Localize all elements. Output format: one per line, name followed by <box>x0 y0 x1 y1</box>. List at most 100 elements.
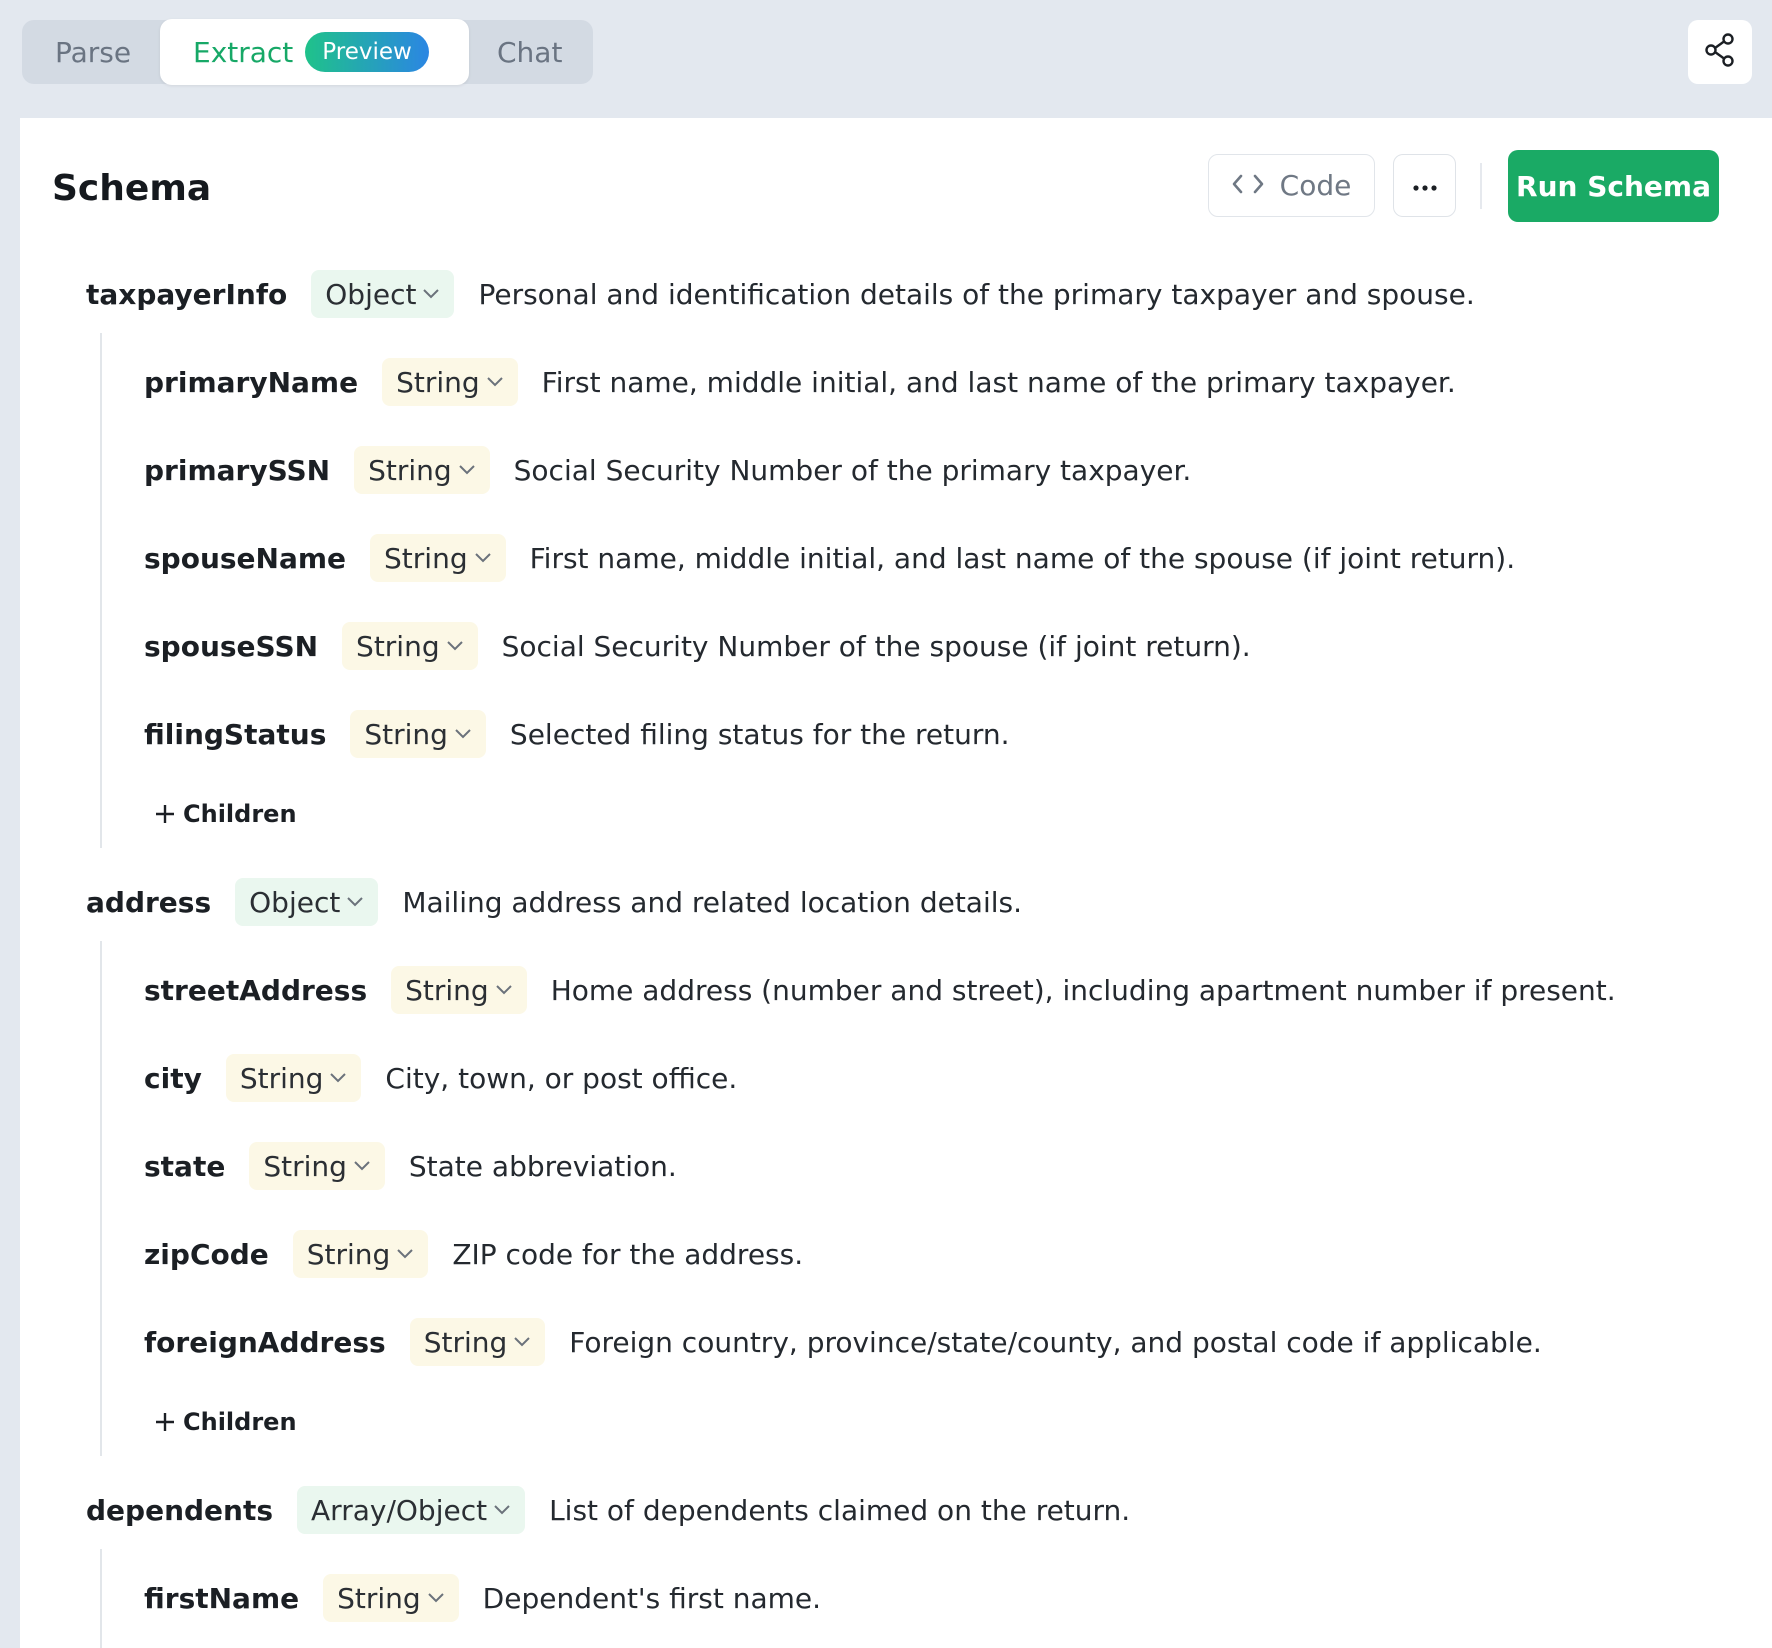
type-dropdown[interactable]: String <box>409 1318 546 1366</box>
field-description[interactable]: Selected filing status for the return. <box>510 718 1010 751</box>
more-icon <box>1412 176 1437 195</box>
field-name[interactable]: state <box>144 1150 225 1183</box>
type-label: String <box>263 1149 347 1183</box>
field-description[interactable]: Personal and identification details of t… <box>478 278 1474 311</box>
chevron-down-icon <box>474 553 491 563</box>
tab-parse[interactable]: Parse <box>55 20 131 84</box>
add-children-button[interactable]: Children <box>155 794 297 834</box>
chevron-down-icon <box>455 729 471 739</box>
chevron-down-icon <box>347 897 364 907</box>
field-description[interactable]: First name, middle initial, and last nam… <box>542 366 1456 399</box>
field-name[interactable]: primarySSN <box>144 454 330 487</box>
field-name[interactable]: firstName <box>144 1582 299 1615</box>
field-name[interactable]: spouseName <box>144 542 346 575</box>
schema-field-row: zipCode String ZIP code for the address. <box>144 1229 803 1279</box>
field-name[interactable]: streetAddress <box>144 974 367 1007</box>
field-description[interactable]: Social Security Number of the spouse (if… <box>502 630 1251 663</box>
field-description[interactable]: State abbreviation. <box>409 1150 677 1183</box>
type-dropdown[interactable]: Array/Object <box>297 1486 526 1534</box>
schema-field-row: state String State abbreviation. <box>144 1141 677 1191</box>
nesting-guide <box>100 1549 102 1648</box>
add-children-button[interactable]: Children <box>155 1402 297 1442</box>
tab-extract[interactable]: Extract Preview <box>160 19 469 85</box>
toolbar-divider <box>1480 163 1482 209</box>
chevron-down-icon <box>495 985 512 995</box>
type-dropdown[interactable]: String <box>342 622 478 670</box>
type-dropdown[interactable]: String <box>370 534 506 582</box>
preview-badge: Preview <box>305 32 429 72</box>
nesting-guide <box>100 333 102 848</box>
type-dropdown[interactable]: String <box>249 1142 385 1190</box>
field-name[interactable]: filingStatus <box>144 718 326 751</box>
plus-icon <box>156 805 174 823</box>
schema-field-row: firstName String Dependent's first name. <box>144 1573 821 1623</box>
field-description[interactable]: Dependent's first name. <box>483 1582 821 1615</box>
tab-extract-label: Extract <box>193 35 294 69</box>
type-dropdown[interactable]: String <box>292 1230 429 1278</box>
schema-field-row: filingStatus String Selected filing stat… <box>144 709 1010 759</box>
type-dropdown[interactable]: String <box>225 1054 362 1102</box>
type-dropdown[interactable]: String <box>354 446 490 494</box>
run-schema-button[interactable]: Run Schema <box>1508 150 1719 222</box>
top-bar: Parse Extract Preview Chat <box>0 0 1772 118</box>
schema-field-row: foreignAddress String Foreign country, p… <box>144 1317 1542 1367</box>
type-dropdown[interactable]: String <box>323 1574 459 1622</box>
page-title: Schema <box>52 168 212 209</box>
type-dropdown[interactable]: Object <box>235 878 379 926</box>
code-button[interactable]: Code <box>1208 154 1375 217</box>
schema-field-row: streetAddress String Home address (numbe… <box>144 965 1616 1015</box>
more-button[interactable] <box>1393 154 1456 217</box>
field-name[interactable]: zipCode <box>144 1238 269 1271</box>
type-label: Object <box>249 885 341 919</box>
chevron-down-icon <box>427 1593 444 1603</box>
chevron-down-icon <box>514 1337 530 1347</box>
field-name[interactable]: city <box>144 1062 202 1095</box>
field-name[interactable]: foreignAddress <box>144 1326 386 1359</box>
type-label: String <box>356 629 440 663</box>
field-description[interactable]: Social Security Number of the primary ta… <box>514 454 1192 487</box>
field-name[interactable]: primaryName <box>144 366 358 399</box>
field-name[interactable]: taxpayerInfo <box>86 278 287 311</box>
mode-tabs: Parse Extract Preview Chat <box>22 19 593 85</box>
chevron-down-icon <box>458 465 475 475</box>
plus-icon <box>156 1413 174 1431</box>
field-name[interactable]: spouseSSN <box>144 630 318 663</box>
type-dropdown[interactable]: Object <box>311 270 455 318</box>
type-dropdown[interactable]: String <box>391 966 527 1014</box>
field-description[interactable]: Home address (number and street), includ… <box>551 974 1616 1007</box>
type-label: Object <box>325 277 417 311</box>
type-dropdown[interactable]: String <box>350 710 486 758</box>
type-label: String <box>396 365 480 399</box>
chevron-down-icon <box>354 1161 370 1171</box>
chevron-down-icon <box>446 641 463 651</box>
code-icon <box>1232 169 1264 202</box>
chevron-down-icon <box>494 1505 510 1515</box>
type-label: String <box>405 973 489 1007</box>
field-description[interactable]: List of dependents claimed on the return… <box>549 1494 1130 1527</box>
field-description[interactable]: Foreign country, province/state/county, … <box>569 1326 1541 1359</box>
share-button[interactable] <box>1688 20 1752 84</box>
type-label: String <box>337 1581 421 1615</box>
field-name[interactable]: dependents <box>86 1494 273 1527</box>
nesting-guide <box>100 941 102 1456</box>
share-icon <box>1704 33 1736 71</box>
schema-field-row: taxpayerInfo Object Personal and identif… <box>86 269 1475 319</box>
type-label: Array/Object <box>311 1493 488 1527</box>
chevron-down-icon <box>423 289 440 299</box>
type-label: String <box>384 541 468 575</box>
field-name[interactable]: address <box>86 886 211 919</box>
field-description[interactable]: First name, middle initial, and last nam… <box>530 542 1516 575</box>
chevron-down-icon <box>486 377 503 387</box>
field-description[interactable]: City, town, or post office. <box>385 1062 737 1095</box>
chevron-down-icon <box>397 1249 414 1259</box>
add-children-label: Children <box>183 800 297 828</box>
schema-field-row: primarySSN String Social Security Number… <box>144 445 1191 495</box>
type-dropdown[interactable]: String <box>382 358 518 406</box>
field-description[interactable]: Mailing address and related location det… <box>402 886 1022 919</box>
tab-chat[interactable]: Chat <box>497 20 562 84</box>
field-description[interactable]: ZIP code for the address. <box>452 1238 803 1271</box>
add-children-label: Children <box>183 1408 297 1436</box>
type-label: String <box>364 717 448 751</box>
type-label: String <box>306 1237 391 1271</box>
schema-field-row: primaryName String First name, middle in… <box>144 357 1456 407</box>
